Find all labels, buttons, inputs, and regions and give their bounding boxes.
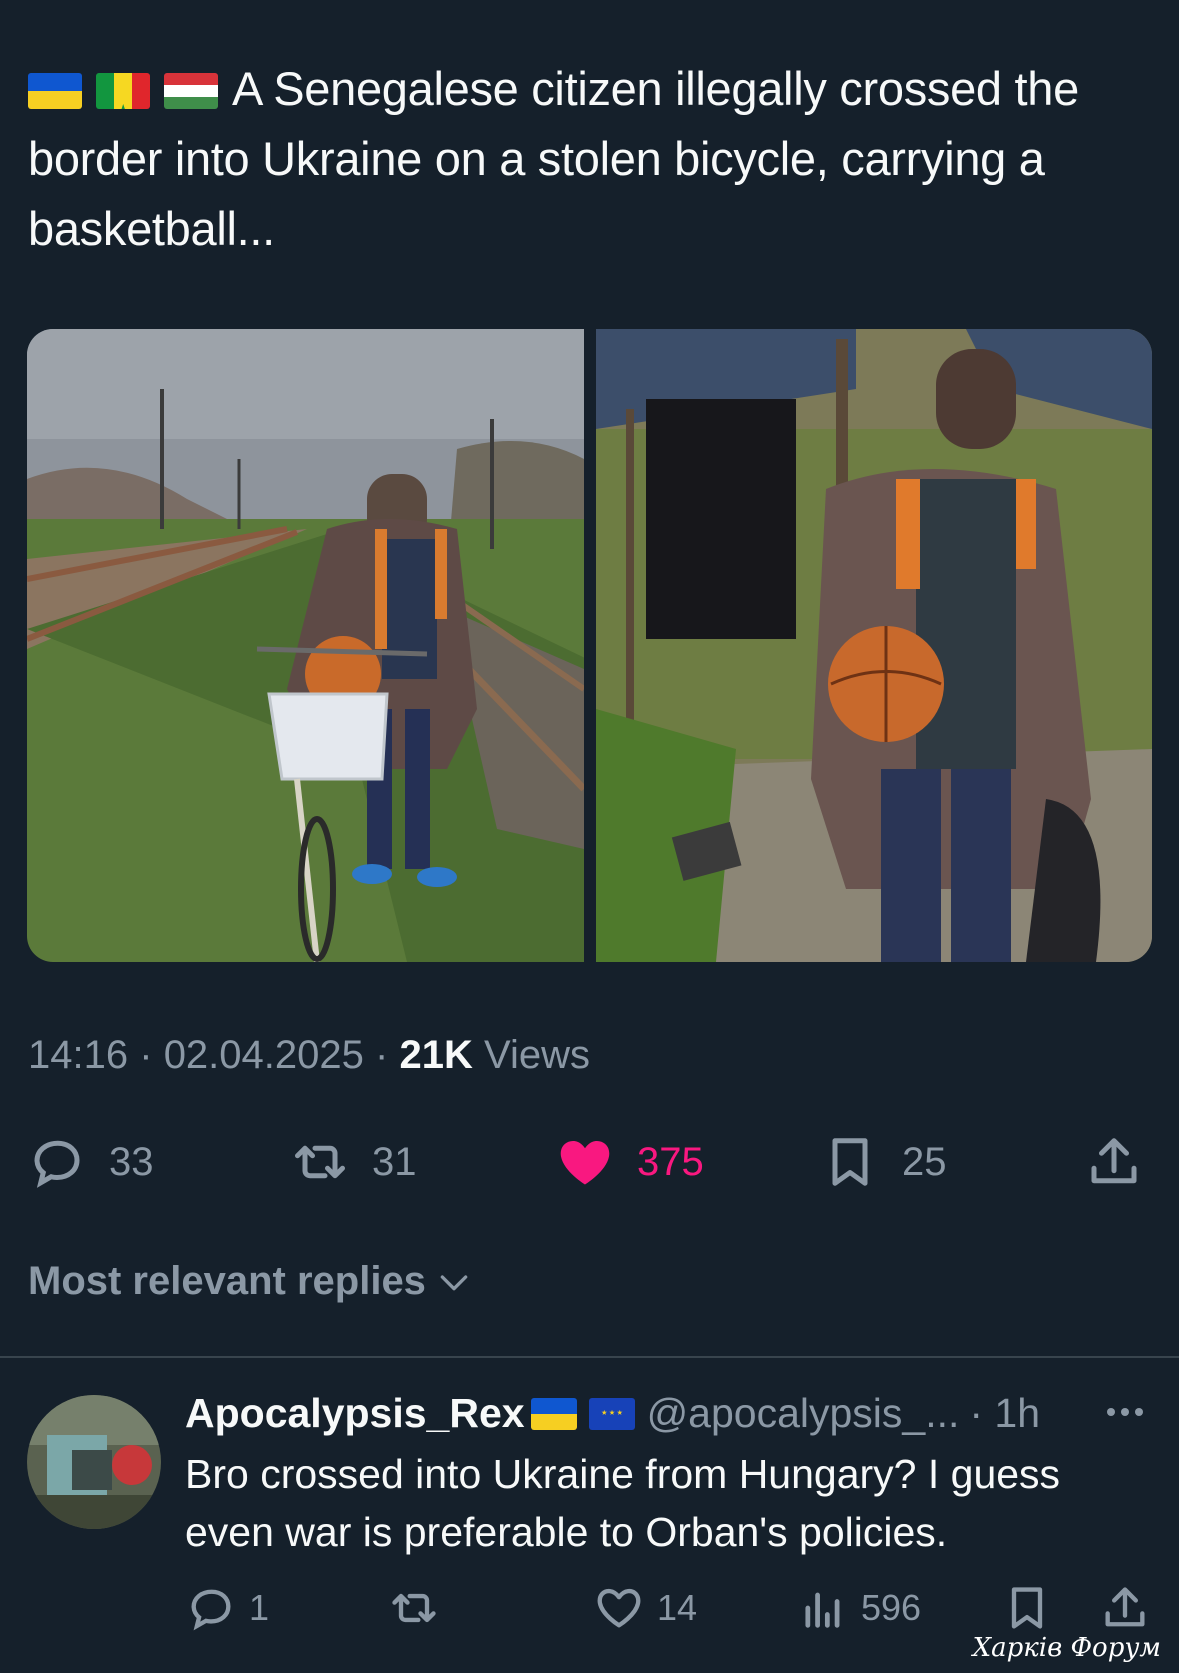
tweet-photo-1[interactable] [27,329,584,962]
views-label: Views [483,1033,590,1077]
like-button[interactable]: 375 [555,1132,704,1192]
reply-views-count: 596 [861,1587,922,1628]
share-icon [1091,1138,1137,1184]
repost-count: 31 [372,1139,417,1184]
replies-sort-label: Most relevant replies [28,1259,426,1303]
bookmark-count: 25 [902,1139,947,1184]
more-icon [1107,1408,1143,1416]
tweet-date: 02.04.2025 [163,1033,364,1077]
reply-author-handle[interactable]: @apocalypsis_... [647,1390,960,1437]
reply-count: 33 [109,1139,154,1184]
ukraine-flag-icon [530,1397,577,1430]
bookmark-icon [832,1138,868,1186]
avatar[interactable] [27,1395,161,1529]
reply-reply-count: 1 [249,1587,270,1628]
divider [0,1356,1179,1358]
share-icon [1105,1587,1145,1627]
analytics-icon [805,1592,840,1628]
reply-icon [191,1589,231,1631]
tweet-meta: 14:16 · 02.04.2025 · 21K Views [28,1033,590,1078]
reply-like-count: 14 [657,1587,698,1628]
bookmark-button[interactable]: 25 [820,1132,947,1192]
heart-filled-icon [560,1140,610,1185]
replies-sort-dropdown[interactable]: Most relevant replies [28,1259,474,1304]
share-button[interactable] [1084,1132,1144,1192]
repost-icon [295,1145,345,1179]
reply-share-button[interactable] [1099,1580,1151,1636]
tweet-text: A Senegalese citizen illegally crossed t… [28,54,1148,264]
meta-separator: · [139,1033,153,1077]
ukraine-flag-icon [28,73,82,109]
tweet-time: 14:16 [28,1033,129,1077]
tweet-photo-2[interactable] [596,329,1152,962]
more-options-button[interactable] [1100,1392,1150,1432]
reply-age: · 1h [969,1390,1041,1436]
repost-icon [392,1593,436,1623]
reply-header: Apocalypsis_Rex @apocalypsis_... · 1h [185,1390,1040,1437]
like-count: 375 [637,1139,704,1184]
senegal-flag-icon [96,73,150,109]
hungary-flag-icon [164,73,218,109]
views-count: 21K [399,1033,473,1077]
repost-button[interactable]: 31 [290,1132,417,1192]
reply-bookmark-button[interactable] [1001,1580,1053,1636]
bookmark-icon [1011,1587,1043,1629]
reply-icon [34,1140,80,1188]
reply-author-name[interactable]: Apocalypsis_Rex [185,1390,525,1437]
meta-separator: · [375,1033,389,1077]
chevron-down-icon [440,1274,468,1290]
reply-views-button[interactable]: 596 [797,1580,921,1636]
reply-button[interactable]: 33 [27,1132,154,1192]
heart-icon [597,1588,641,1628]
reply-repost-button[interactable] [388,1580,440,1636]
reply-like-button[interactable]: 14 [593,1580,697,1636]
reply-reply-button[interactable]: 1 [185,1580,269,1636]
watermark: Харків Форум [972,1633,1161,1663]
reply-text: Bro crossed into Ukraine from Hungary? I… [185,1451,1061,1555]
eu-flag-icon [588,1397,635,1430]
